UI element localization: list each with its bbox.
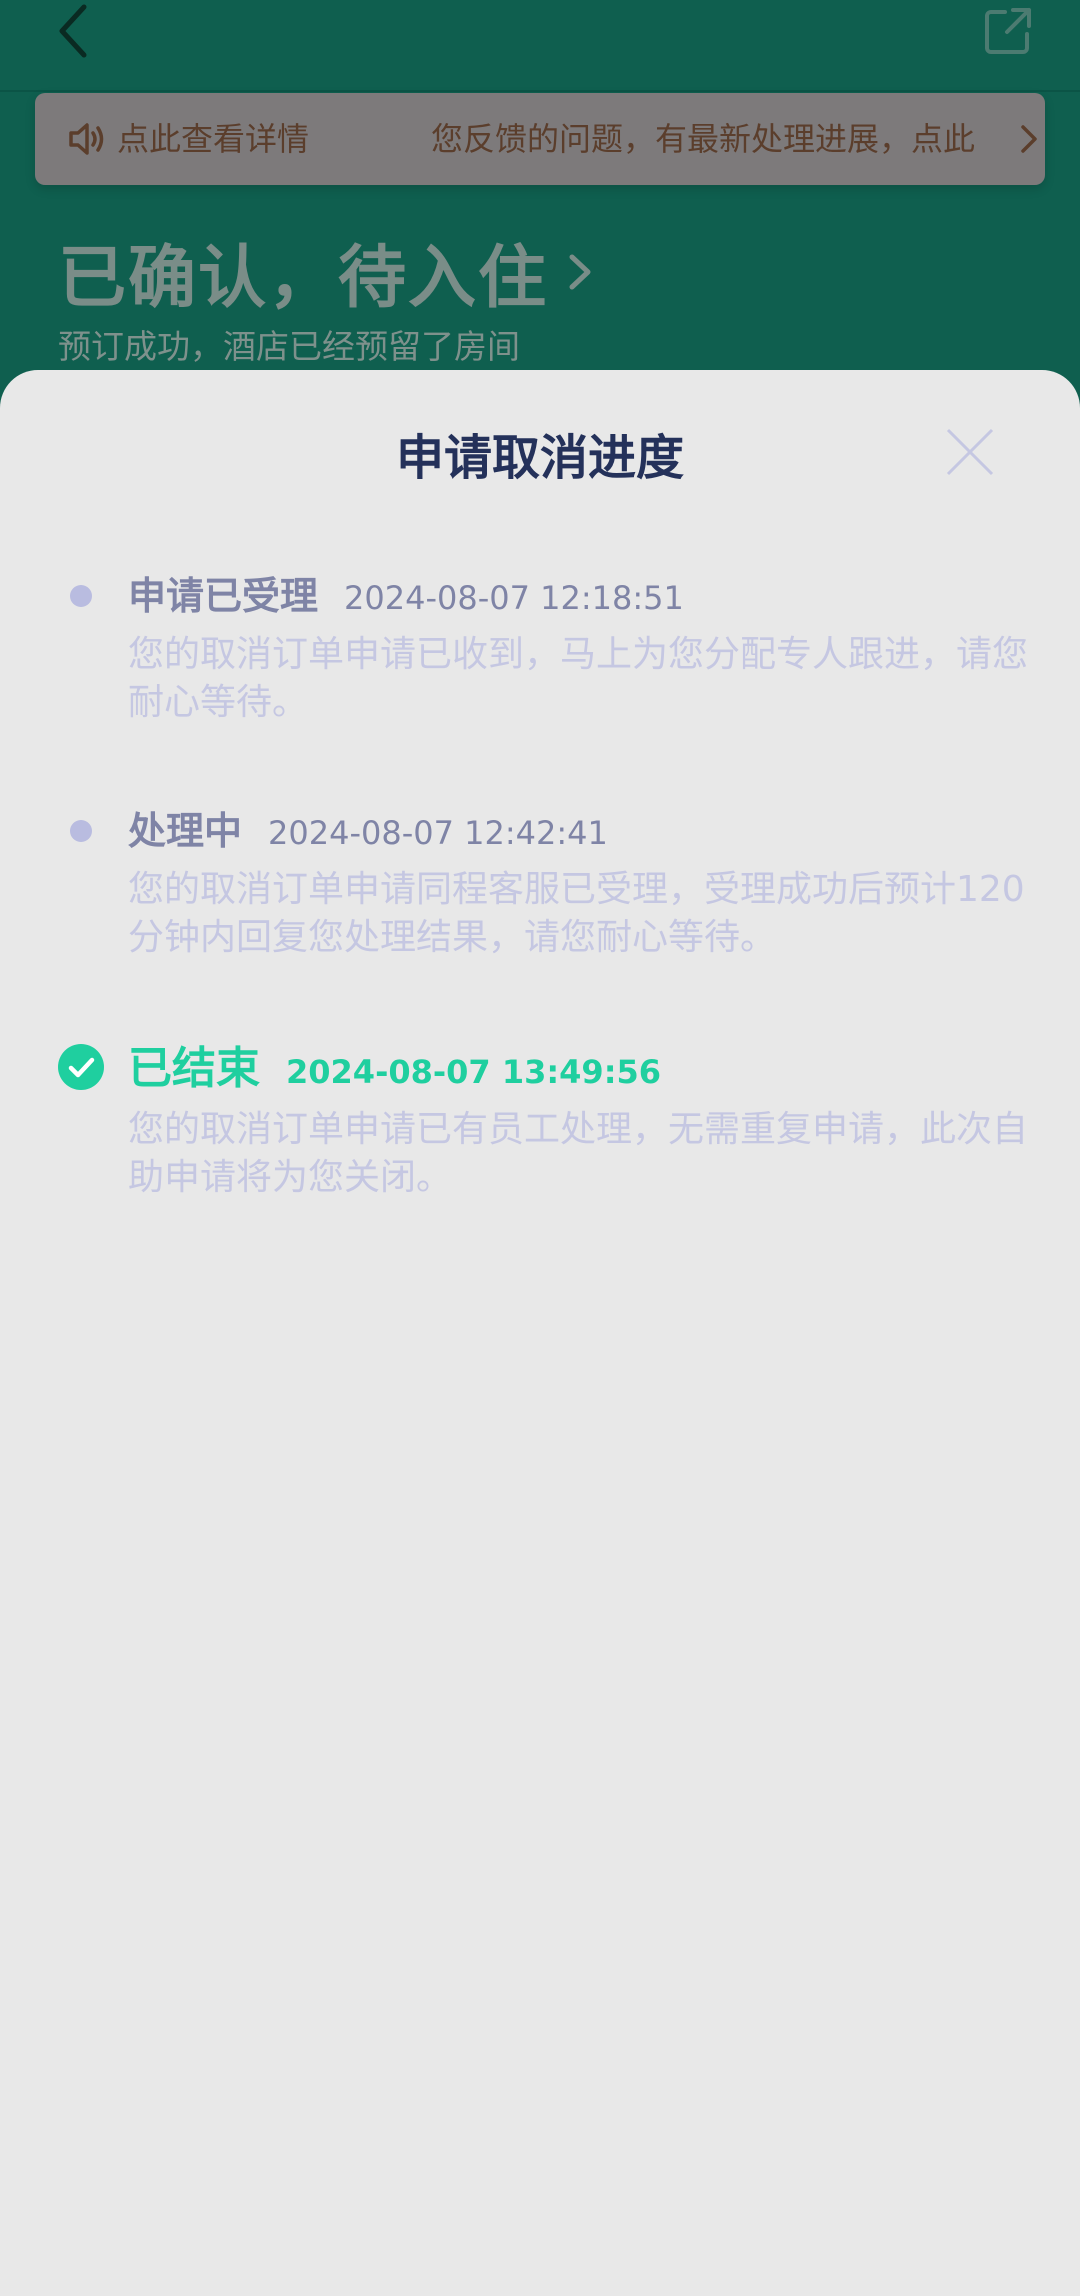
step-header: 申请已受理 2024-08-07 12:18:51 bbox=[128, 565, 684, 620]
step-description: 您的取消订单申请同程客服已受理，受理成功后预计120分钟内回复您处理结果，请您耐… bbox=[128, 869, 1025, 958]
order-status-title[interactable]: 已确认，待入住 bbox=[58, 222, 592, 321]
back-button[interactable] bbox=[44, 0, 104, 62]
sheet-title: 申请取消进度 bbox=[395, 430, 684, 486]
step-dot bbox=[70, 820, 92, 842]
top-bar bbox=[0, 0, 1080, 92]
order-status-subtitle: 预订成功，酒店已经预留了房间 bbox=[58, 327, 520, 366]
notice-text-left: 点此查看详情 bbox=[117, 120, 310, 158]
step-dot bbox=[70, 585, 92, 607]
step-time: 2024-08-07 12:18:51 bbox=[344, 579, 684, 617]
step-description: 您的取消订单申请已有员工处理，无需重复申请，此次自助申请将为您关闭。 bbox=[128, 1109, 1029, 1198]
chevron-right-icon bbox=[1021, 125, 1037, 153]
step-header: 处理中 2024-08-07 12:42:41 bbox=[128, 800, 608, 855]
step-time: 2024-08-07 12:42:41 bbox=[268, 814, 608, 852]
order-status-text: 已确认，待入住 bbox=[58, 239, 549, 318]
chevron-left-icon bbox=[59, 4, 87, 58]
share-icon bbox=[985, 8, 1031, 54]
step-title: 已结束 bbox=[128, 1043, 260, 1094]
step-title: 申请已受理 bbox=[128, 574, 319, 618]
step-description: 您的取消订单申请已收到，马上为您分配专人跟进，请您耐心等待。 bbox=[128, 634, 1029, 723]
feedback-notice-bar[interactable]: 点此查看详情 您反馈的问题，有最新处理进展，点此 bbox=[35, 93, 1045, 185]
step-time: 2024-08-07 13:49:56 bbox=[286, 1053, 662, 1091]
check-circle-icon bbox=[58, 1044, 104, 1090]
step-title: 处理中 bbox=[128, 809, 243, 853]
notice-text-right: 您反馈的问题，有最新处理进展，点此 bbox=[431, 120, 976, 158]
share-button[interactable] bbox=[978, 0, 1038, 62]
speaker-icon bbox=[69, 123, 104, 155]
step-header: 已结束 2024-08-07 13:49:56 bbox=[128, 1032, 661, 1096]
chevron-right-icon bbox=[569, 254, 591, 289]
cancel-progress-sheet: 申请取消进度 申请已受理 2024-08-07 12:18:51 您的取消订单申… bbox=[0, 370, 1080, 2296]
close-icon[interactable] bbox=[940, 422, 1000, 482]
